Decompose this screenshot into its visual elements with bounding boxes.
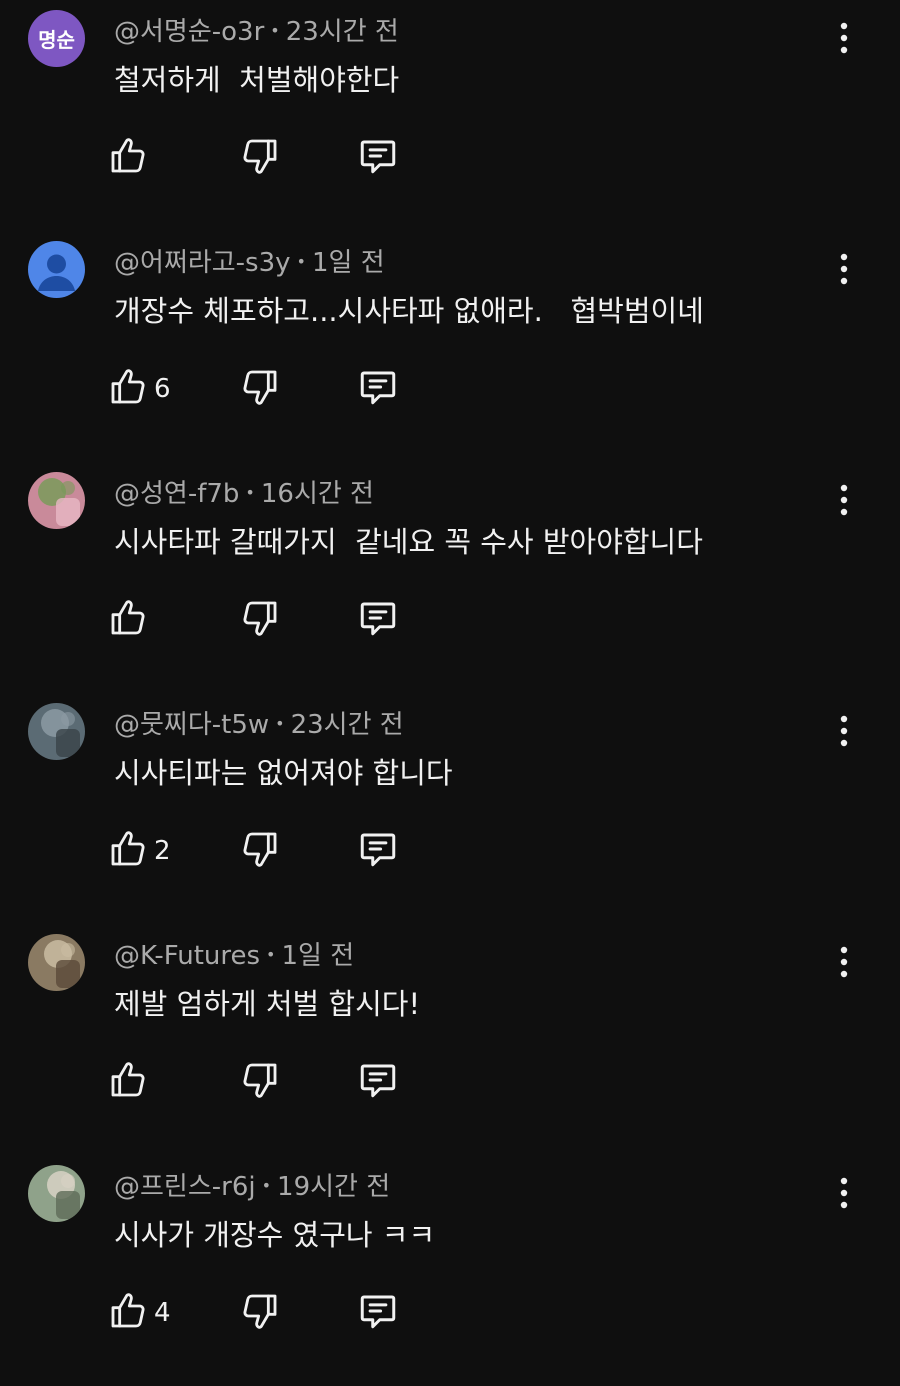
comment-item: @어쩌라고-s3y • 1일 전개장수 체포하고...시사타파 없애라. 협박범이네… — [0, 231, 900, 462]
avatar[interactable] — [28, 472, 85, 529]
more-vertical-icon — [839, 946, 849, 982]
dislike-button[interactable] — [240, 592, 280, 648]
separator-dot: • — [261, 1176, 272, 1195]
comment-item: 명순 @서명순-o3r • 23시간 전철저하게 처벌해야한다 — [0, 0, 900, 231]
avatar[interactable] — [28, 1165, 85, 1222]
separator-dot: • — [270, 21, 280, 40]
like-count: 4 — [154, 1298, 171, 1328]
more-vertical-icon — [839, 1177, 849, 1213]
thumb-up-icon — [108, 829, 148, 873]
comment-time: 23시간 전 — [285, 17, 399, 47]
comment-author[interactable]: @어쩌라고-s3y — [114, 248, 291, 278]
comment-time: 1일 전 — [281, 941, 355, 971]
reply-button[interactable] — [356, 823, 400, 879]
comment-author[interactable]: @성연-f7b — [114, 479, 239, 509]
comment-reply-icon — [356, 366, 400, 412]
more-options-button[interactable] — [826, 1173, 862, 1217]
comment-item: @뭇찌다-t5w • 23시간 전시사티파는 없어져야 합니다 2 — [0, 693, 900, 924]
avatar[interactable] — [28, 934, 85, 991]
comment-text: 시사타파 갈때가지 같네요 꼭 수사 받아야합니다 — [114, 525, 703, 559]
comment-reply-icon — [356, 597, 400, 643]
comment-time: 1일 전 — [311, 248, 385, 278]
comment-meta: @어쩌라고-s3y • 1일 전 — [114, 245, 385, 280]
comment-text: 제발 엄하게 처벌 합시다! — [114, 987, 421, 1021]
more-options-button[interactable] — [826, 942, 862, 986]
comment-meta: @서명순-o3r • 23시간 전 — [114, 14, 399, 49]
comment-item: @성연-f7b • 16시간 전시사타파 갈때가지 같네요 꼭 수사 받아야합니다 — [0, 462, 900, 693]
comment-time: 23시간 전 — [290, 710, 404, 740]
comment-reply-icon — [356, 1059, 400, 1105]
comment-reply-icon — [356, 1290, 400, 1336]
thumb-up-icon — [108, 136, 148, 180]
comment-actions — [0, 130, 900, 186]
like-button[interactable]: 2 — [108, 823, 171, 879]
like-count: 2 — [154, 836, 171, 866]
thumb-up-icon — [108, 1291, 148, 1335]
comment-actions: 6 — [0, 361, 900, 417]
avatar[interactable]: 명순 — [28, 10, 85, 67]
comment-time: 19시간 전 — [277, 1172, 391, 1202]
avatar[interactable] — [28, 241, 85, 298]
comment-meta: @뭇찌다-t5w • 23시간 전 — [114, 707, 404, 742]
thumb-up-icon — [108, 367, 148, 411]
reply-button[interactable] — [356, 1054, 400, 1110]
comment-author[interactable]: @프린스-r6j — [114, 1172, 256, 1202]
thumb-down-icon — [240, 136, 280, 180]
more-options-button[interactable] — [826, 480, 862, 524]
dislike-button[interactable] — [240, 130, 280, 186]
reply-button[interactable] — [356, 130, 400, 186]
comment-text: 개장수 체포하고...시사타파 없애라. 협박범이네 — [114, 294, 704, 328]
dislike-button[interactable] — [240, 361, 280, 417]
reply-button[interactable] — [356, 361, 400, 417]
comment-reply-icon — [356, 135, 400, 181]
comment-author[interactable]: @서명순-o3r — [114, 17, 264, 47]
comment-meta: @K-Futures • 1일 전 — [114, 938, 354, 973]
like-button[interactable]: 6 — [108, 361, 171, 417]
dislike-button[interactable] — [240, 1054, 280, 1110]
comment-actions: 4 — [0, 1285, 900, 1341]
more-vertical-icon — [839, 22, 849, 58]
thumb-down-icon — [240, 598, 280, 642]
separator-dot: • — [245, 483, 255, 502]
comment-text: 시사티파는 없어져야 합니다 — [114, 756, 453, 790]
thumb-down-icon — [240, 1060, 280, 1104]
comment-author[interactable]: @K-Futures — [114, 941, 260, 971]
separator-dot: • — [296, 252, 306, 271]
more-vertical-icon — [839, 253, 849, 289]
comment-actions: 2 — [0, 823, 900, 879]
like-button[interactable] — [108, 1054, 148, 1110]
comment-meta: @프린스-r6j • 19시간 전 — [114, 1169, 390, 1204]
like-button[interactable] — [108, 130, 148, 186]
like-count: 6 — [154, 374, 171, 404]
thumb-up-icon — [108, 1060, 148, 1104]
comment-author[interactable]: @뭇찌다-t5w — [114, 710, 269, 740]
thumb-down-icon — [240, 1291, 280, 1335]
comment-reply-icon — [356, 828, 400, 874]
avatar[interactable] — [28, 703, 85, 760]
more-options-button[interactable] — [826, 18, 862, 62]
dislike-button[interactable] — [240, 1285, 280, 1341]
more-options-button[interactable] — [826, 249, 862, 293]
more-options-button[interactable] — [826, 711, 862, 755]
reply-button[interactable] — [356, 1285, 400, 1341]
comment-text: 시사가 개장수 였구나 ㅋㅋ — [114, 1218, 436, 1252]
like-button[interactable]: 4 — [108, 1285, 171, 1341]
comment-actions — [0, 1054, 900, 1110]
comment-item: @K-Futures • 1일 전제발 엄하게 처벌 합시다! — [0, 924, 900, 1155]
reply-button[interactable] — [356, 592, 400, 648]
comment-item: @프린스-r6j • 19시간 전시사가 개장수 였구나 ㅋㅋ 4 — [0, 1155, 900, 1386]
thumb-down-icon — [240, 829, 280, 873]
comment-text: 철저하게 처벌해야한다 — [114, 63, 400, 97]
more-vertical-icon — [839, 715, 849, 751]
separator-dot: • — [275, 714, 285, 733]
separator-dot: • — [266, 945, 276, 964]
more-vertical-icon — [839, 484, 849, 520]
dislike-button[interactable] — [240, 823, 280, 879]
comment-meta: @성연-f7b • 16시간 전 — [114, 476, 374, 511]
comment-time: 16시간 전 — [260, 479, 374, 509]
thumb-up-icon — [108, 598, 148, 642]
comment-actions — [0, 592, 900, 648]
like-button[interactable] — [108, 592, 148, 648]
thumb-down-icon — [240, 367, 280, 411]
